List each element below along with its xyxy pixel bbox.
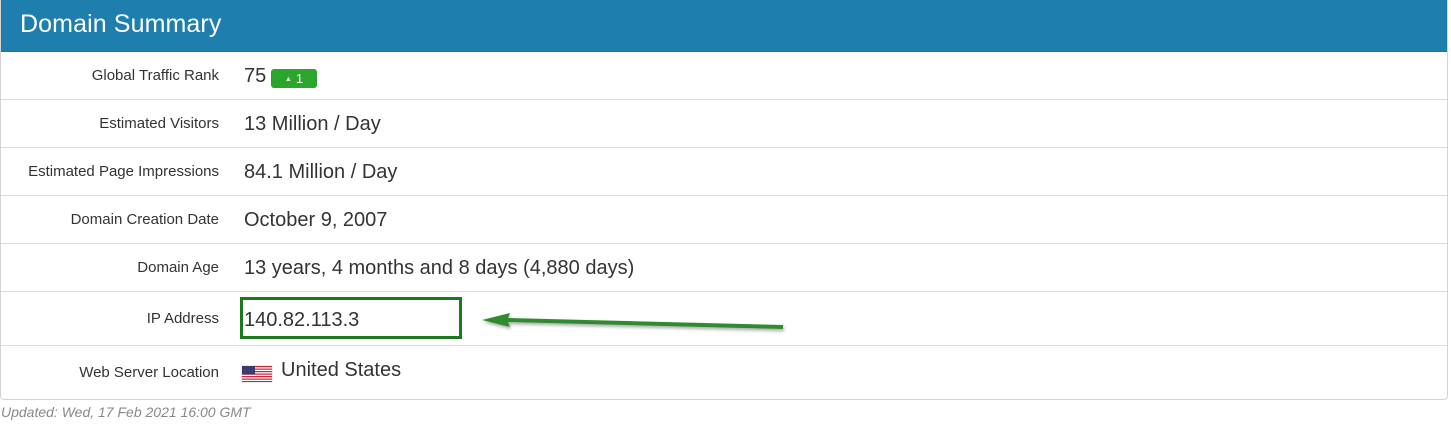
row-web-server-location: Web Server Location United States	[1, 346, 1447, 399]
panel-header: Domain Summary	[1, 0, 1447, 52]
rank-change-badge: ▲ 1	[271, 69, 317, 88]
row-label: Domain Age	[137, 259, 219, 276]
triangle-up-icon: ▲	[284, 76, 292, 83]
row-domain-age: Domain Age 13 years, 4 months and 8 days…	[1, 244, 1447, 292]
row-label: Global Traffic Rank	[91, 67, 219, 84]
row-estimated-page-impressions: Estimated Page Impressions 84.1 Million …	[1, 148, 1447, 196]
row-value: 13 years, 4 months and 8 days (4,880 day…	[244, 257, 635, 279]
row-label: Estimated Page Impressions	[28, 163, 219, 180]
row-label: Estimated Visitors	[99, 115, 219, 132]
row-label: Web Server Location	[79, 364, 219, 381]
row-label: Domain Creation Date	[70, 211, 219, 228]
panel-title: Domain Summary	[20, 10, 222, 38]
updated-timestamp: Updated: Wed, 17 Feb 2021 16:00 GMT	[1, 404, 251, 420]
arrow-annotation-icon	[482, 313, 783, 329]
row-value: October 9, 2007	[244, 209, 388, 231]
badge-value: 1	[295, 71, 304, 86]
row-label: IP Address	[146, 310, 219, 327]
row-estimated-visitors: Estimated Visitors 13 Million / Day	[1, 100, 1447, 148]
row-value: United States	[281, 359, 402, 381]
row-global-traffic-rank: Global Traffic Rank 75 ▲ 1	[1, 52, 1447, 100]
ip-highlight-box	[240, 297, 462, 339]
row-domain-creation-date: Domain Creation Date October 9, 2007	[1, 196, 1447, 244]
row-value: 13 Million / Day	[244, 113, 381, 135]
row-value: 84.1 Million / Day	[244, 161, 398, 183]
us-flag-icon	[242, 366, 272, 382]
row-value: 75	[244, 65, 267, 87]
